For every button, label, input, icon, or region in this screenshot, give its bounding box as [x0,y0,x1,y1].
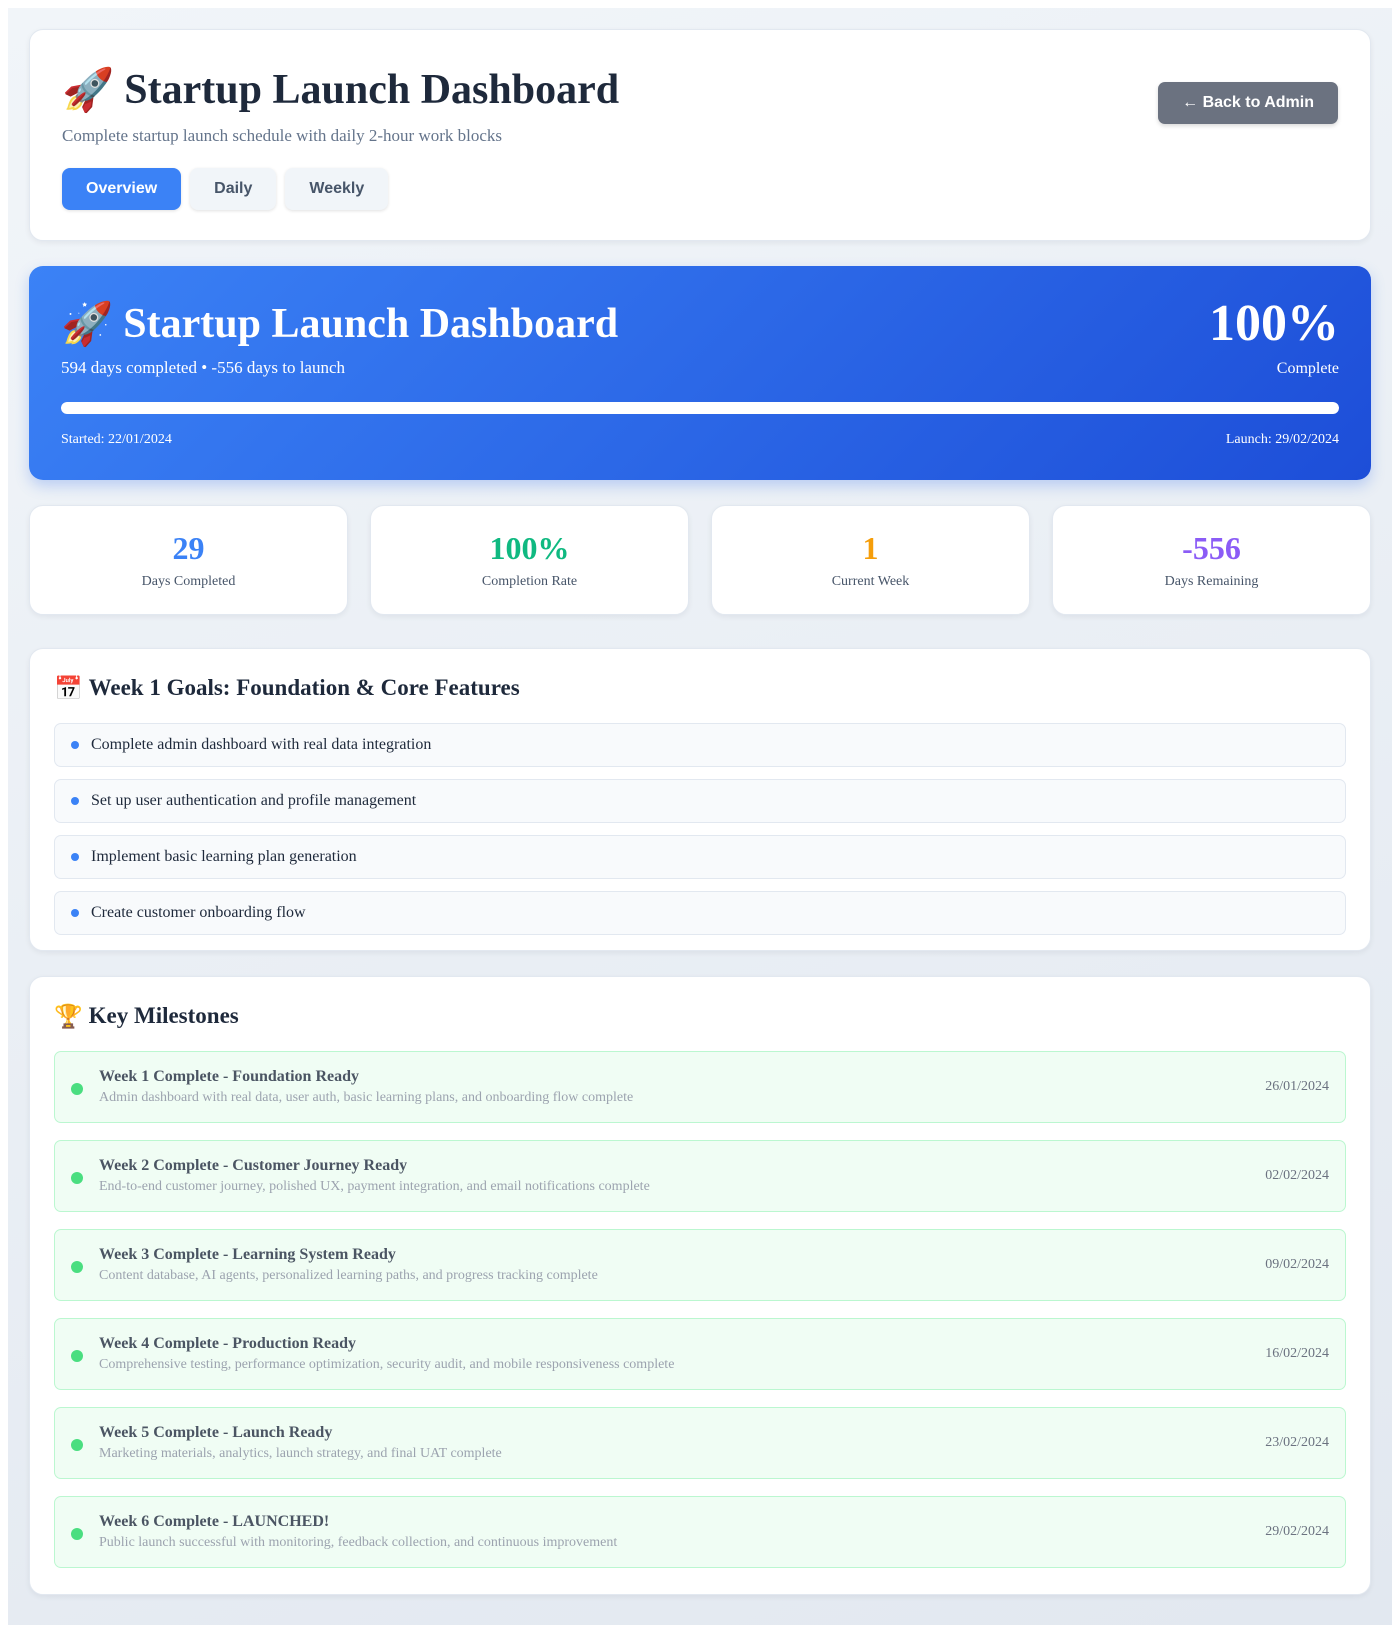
stat-card-current-week: 1 Current Week [711,505,1030,615]
bullet-dot-icon [71,853,79,861]
stat-value: 100% [489,530,570,566]
milestone-date: 09/02/2024 [1265,1257,1329,1272]
goal-text: Implement basic learning plan generation [91,848,357,865]
milestone-description: Admin dashboard with real data, user aut… [99,1090,634,1105]
stat-card-days-completed: 29 Days Completed [29,505,348,615]
stat-card-completion-rate: 100% Completion Rate [370,505,689,615]
stats-row: 29 Days Completed 100% Completion Rate 1… [29,505,1371,615]
tab-overview[interactable]: Overview [62,168,182,210]
rocket-icon: 🚀 [61,299,114,348]
status-dot-icon [71,1350,83,1362]
back-to-admin-button[interactable]: ← Back to Admin [1158,82,1338,124]
hero-title: 🚀 Startup Launch Dashboard [61,296,1339,352]
stat-label: Days Remaining [1164,574,1259,589]
status-dot-icon [71,1172,83,1184]
milestones-title: 🏆 Key Milestones [54,1001,1346,1031]
start-date: Started: 22/01/2024 [61,432,172,447]
milestone-description: Content database, AI agents, personalize… [99,1268,598,1283]
milestones-title-text: Key Milestones [88,1003,239,1028]
milestone-item: Week 2 Complete - Customer Journey Ready… [54,1140,1346,1212]
tab-daily[interactable]: Daily [190,168,277,210]
trophy-icon: 🏆 [54,1003,83,1030]
week-goals-card: 📅 Week 1 Goals: Foundation & Core Featur… [29,648,1371,951]
milestone-description: Comprehensive testing, performance optim… [99,1357,675,1372]
completion-label: Complete [1276,360,1339,377]
milestones-card: 🏆 Key Milestones Week 1 Complete - Found… [29,976,1371,1595]
launch-progress-hero: 🚀 Startup Launch Dashboard 594 days comp… [29,266,1371,480]
bullet-dot-icon [71,909,79,917]
milestone-list: Week 1 Complete - Foundation Ready Admin… [54,1051,1346,1568]
status-dot-icon [71,1261,83,1273]
milestone-title: Week 6 Complete - LAUNCHED! [99,1513,330,1530]
goal-item: Complete admin dashboard with real data … [54,723,1346,767]
milestone-title: Week 1 Complete - Foundation Ready [99,1068,359,1085]
milestone-description: Public launch successful with monitoring… [99,1535,618,1550]
milestone-description: Marketing materials, analytics, launch s… [99,1446,502,1461]
milestone-title: Week 4 Complete - Production Ready [99,1335,357,1352]
stat-value: -556 [1182,530,1241,566]
milestone-item: Week 6 Complete - LAUNCHED! Public launc… [54,1496,1346,1568]
page-background: 🚀 Startup Launch Dashboard Complete star… [8,8,1392,1625]
milestone-item: Week 1 Complete - Foundation Ready Admin… [54,1051,1346,1123]
view-tabs: Overview Daily Weekly [62,168,1338,210]
launch-date: Launch: 29/02/2024 [1225,432,1339,447]
goal-item: Implement basic learning plan generation [54,835,1346,879]
progress-bar [61,402,1339,414]
milestone-item: Week 3 Complete - Learning System Ready … [54,1229,1346,1301]
rocket-icon: 🚀 [62,65,115,114]
calendar-icon: 📅 [54,675,83,702]
week-goals-title-text: Week 1 Goals: Foundation & Core Features [88,675,520,700]
stat-label: Completion Rate [481,574,578,589]
goal-item: Create customer onboarding flow [54,891,1346,935]
stat-card-days-remaining: -556 Days Remaining [1052,505,1371,615]
stat-label: Current Week [831,574,910,589]
goal-text: Set up user authentication and profile m… [91,792,417,809]
milestone-date: 16/02/2024 [1265,1346,1329,1361]
milestone-title: Week 5 Complete - Launch Ready [99,1424,333,1441]
goal-text: Complete admin dashboard with real data … [91,736,432,753]
milestone-date: 23/02/2024 [1265,1435,1329,1450]
status-dot-icon [71,1439,83,1451]
stat-value: 1 [862,530,879,566]
milestone-date: 26/01/2024 [1265,1079,1329,1094]
milestone-description: End-to-end customer journey, polished UX… [99,1179,650,1194]
header-card: 🚀 Startup Launch Dashboard Complete star… [29,29,1371,241]
progress-bar-fill [61,402,1339,414]
milestone-date: 29/02/2024 [1265,1524,1329,1539]
goal-item: Set up user authentication and profile m… [54,779,1346,823]
milestone-date: 02/02/2024 [1265,1168,1329,1183]
hero-title-text: Startup Launch Dashboard [123,301,619,347]
week-goals-title: 📅 Week 1 Goals: Foundation & Core Featur… [54,673,1346,703]
bullet-dot-icon [71,741,79,749]
milestone-item: Week 4 Complete - Production Ready Compr… [54,1318,1346,1390]
status-dot-icon [71,1083,83,1095]
goal-text: Create customer onboarding flow [91,904,306,921]
completion-percent: 100% [1209,295,1339,352]
page-title-text: Startup Launch Dashboard [124,67,620,113]
bullet-dot-icon [71,797,79,805]
stat-value: 29 [172,530,205,566]
status-dot-icon [71,1528,83,1540]
page-subtitle: Complete startup launch schedule with da… [62,126,503,145]
goal-list: Complete admin dashboard with real data … [54,723,1346,935]
milestone-item: Week 5 Complete - Launch Ready Marketing… [54,1407,1346,1479]
stat-label: Days Completed [141,574,236,589]
milestone-title: Week 3 Complete - Learning System Ready [99,1246,396,1263]
page-title: 🚀 Startup Launch Dashboard [62,62,1338,118]
hero-summary: 594 days completed • -556 days to launch [61,358,346,377]
tab-weekly[interactable]: Weekly [285,168,389,210]
milestone-title: Week 2 Complete - Customer Journey Ready [99,1157,408,1174]
